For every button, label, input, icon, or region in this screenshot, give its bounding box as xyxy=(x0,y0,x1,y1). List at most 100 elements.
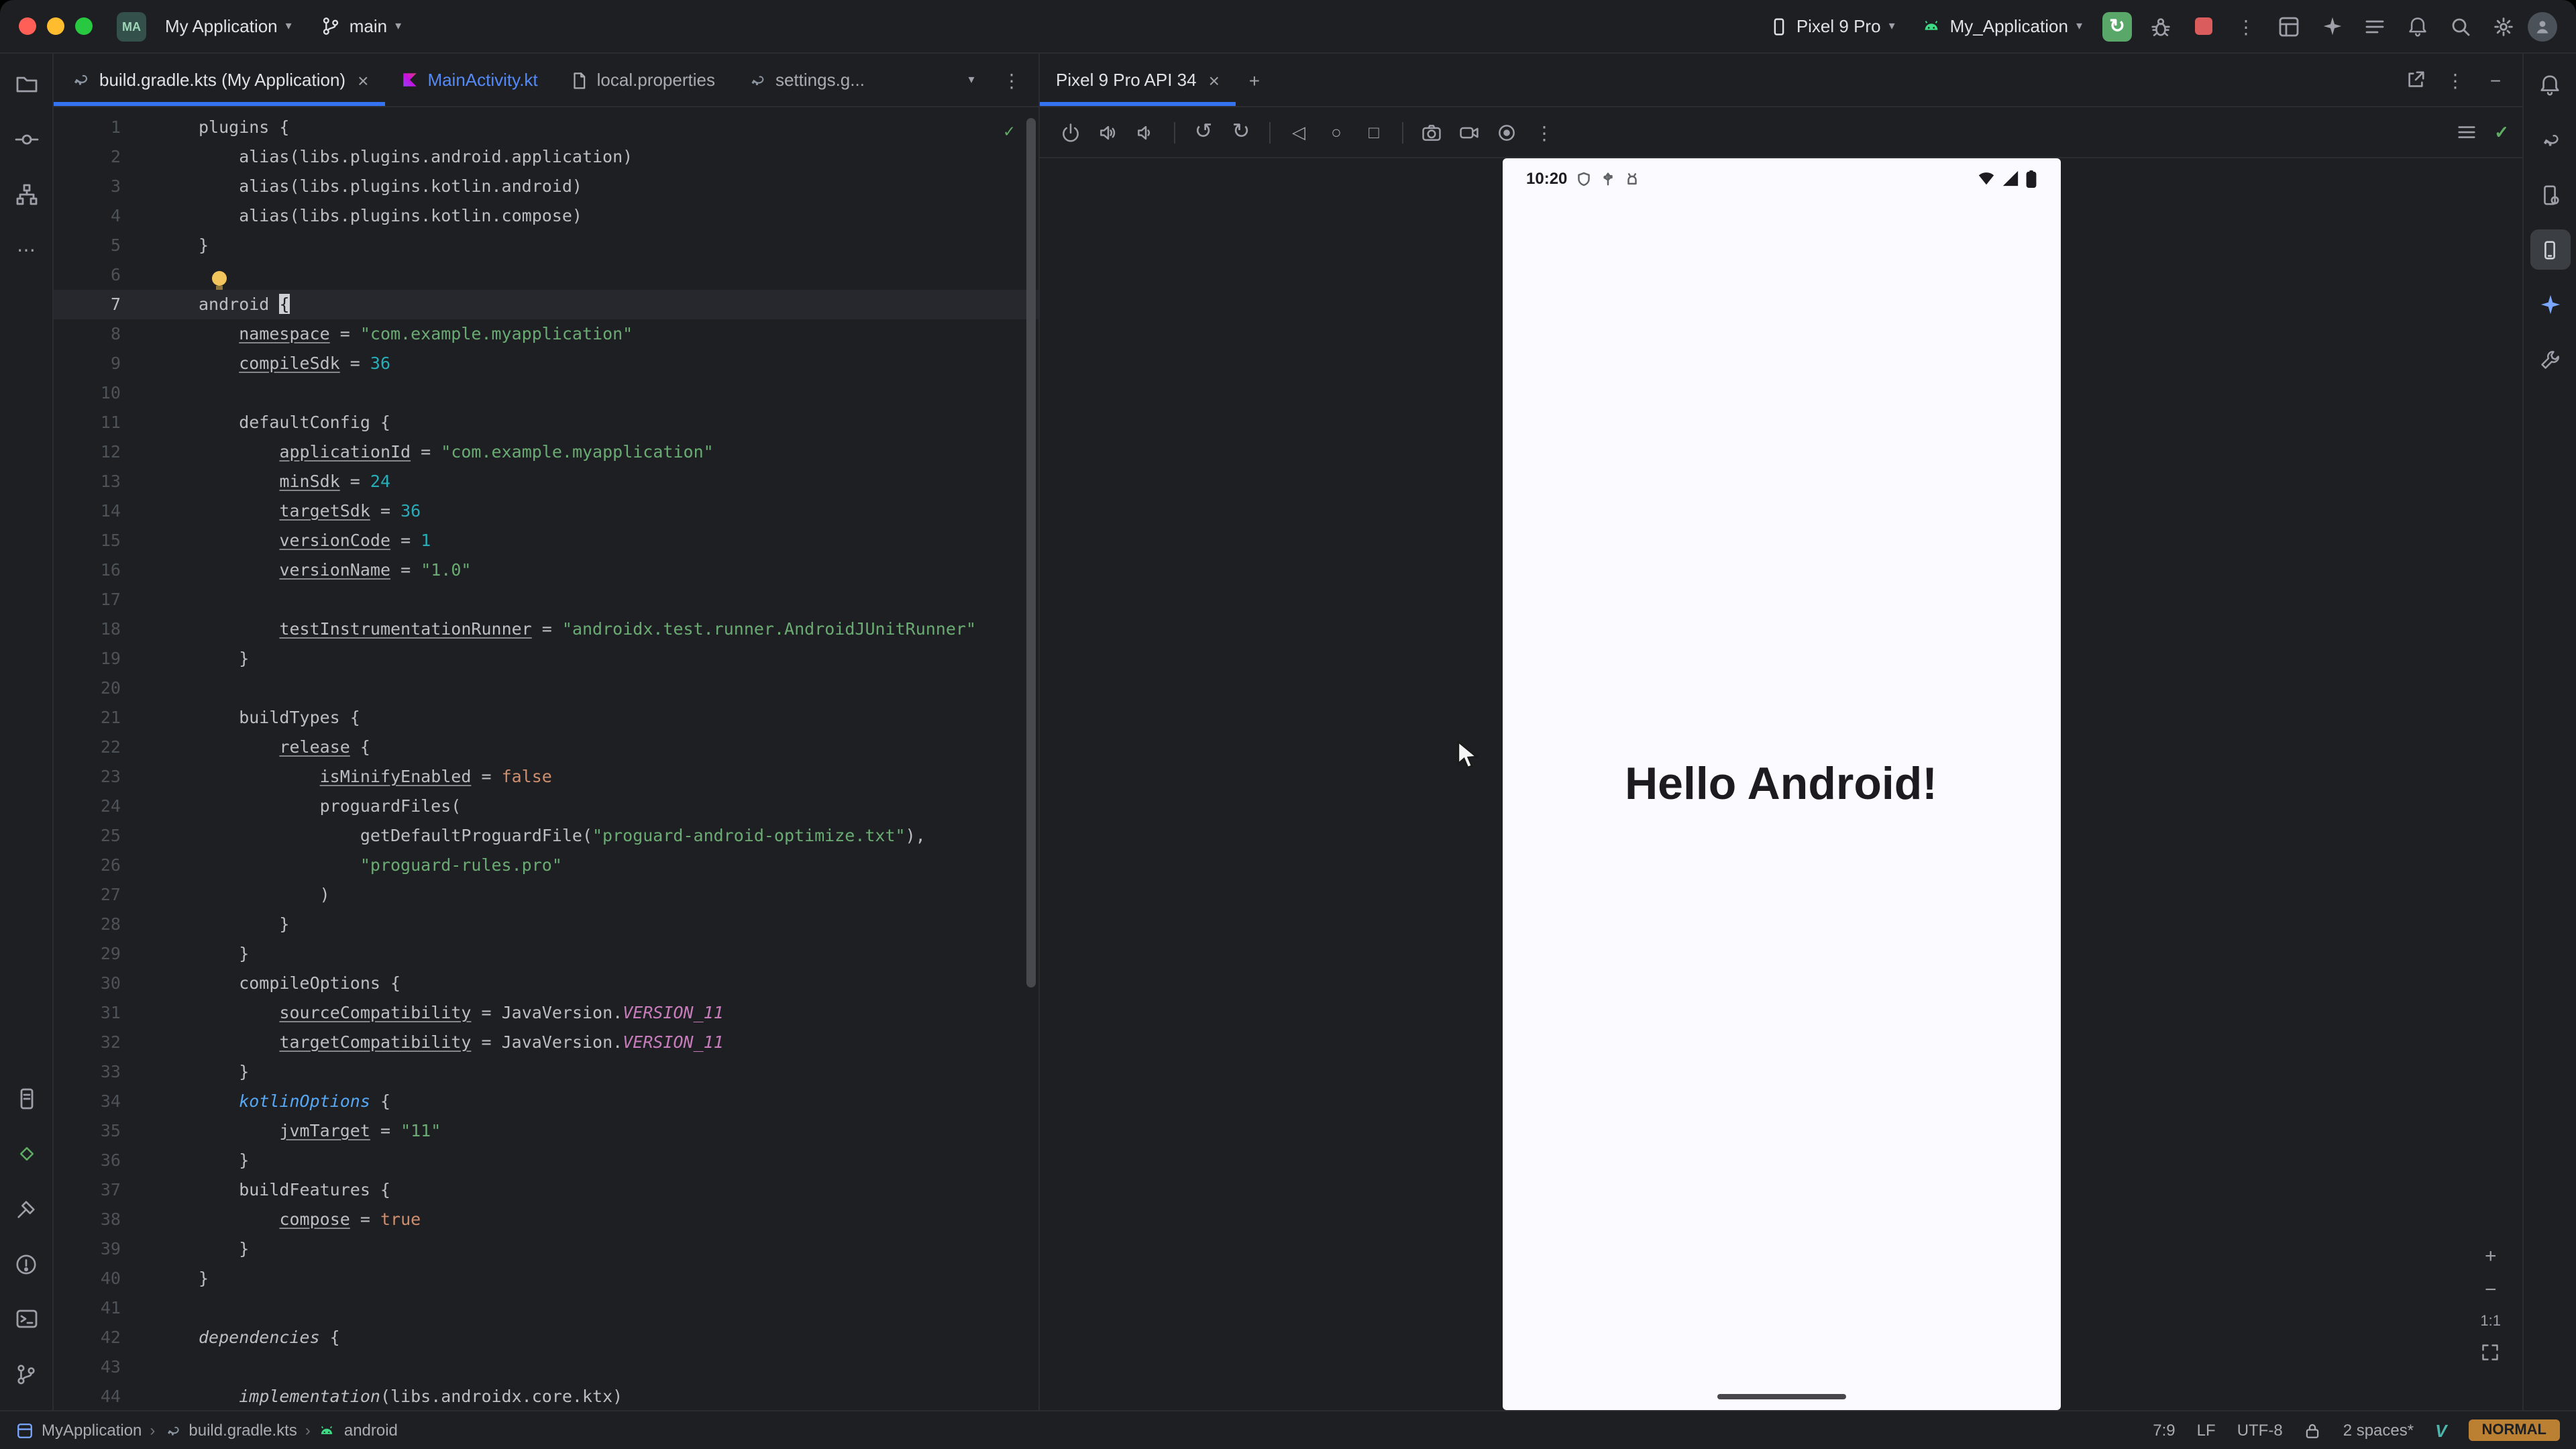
build-tool-button[interactable] xyxy=(6,1189,46,1229)
rerun-button[interactable]: ↻ xyxy=(2098,7,2136,45)
caret-position[interactable]: 7:9 xyxy=(2153,1421,2175,1440)
more-run-actions-button[interactable]: ⋮ xyxy=(2227,7,2265,45)
line-number[interactable]: 10 xyxy=(54,378,140,408)
stop-button[interactable] xyxy=(2184,7,2222,45)
lock-icon[interactable] xyxy=(2304,1421,2322,1439)
line-number[interactable]: 25 xyxy=(54,821,140,851)
line-number[interactable]: 24 xyxy=(54,792,140,821)
line-number[interactable]: 13 xyxy=(54,467,140,496)
code-line[interactable]: 44 implementation(libs.androidx.core.ktx… xyxy=(54,1382,1038,1410)
code-line[interactable]: 1plugins { xyxy=(54,113,1038,142)
code-line[interactable]: 30 compileOptions { xyxy=(54,969,1038,998)
tab-mainactivity[interactable]: MainActivity.kt xyxy=(384,54,553,106)
line-number[interactable]: 33 xyxy=(54,1057,140,1087)
device-manager-tool-button[interactable] xyxy=(2530,174,2570,215)
line-number[interactable]: 42 xyxy=(54,1323,140,1352)
line-number[interactable]: 12 xyxy=(54,437,140,467)
code-line[interactable]: 17 xyxy=(54,585,1038,614)
version-control-tool-button[interactable] xyxy=(6,1354,46,1394)
line-number[interactable]: 29 xyxy=(54,939,140,969)
project-tool-button[interactable] xyxy=(6,64,46,105)
rotate-left-button[interactable]: ↺ xyxy=(1186,115,1221,150)
code-line[interactable]: 12 applicationId = "com.example.myapplic… xyxy=(54,437,1038,467)
code-line[interactable]: 35 jvmTarget = "11" xyxy=(54,1116,1038,1146)
code-line[interactable]: 34 kotlinOptions { xyxy=(54,1087,1038,1116)
panel-options-button[interactable]: ⋮ xyxy=(2436,61,2474,99)
line-number[interactable]: 44 xyxy=(54,1382,140,1410)
breadcrumb-item[interactable]: android xyxy=(344,1421,398,1440)
fit-to-window-icon[interactable] xyxy=(2481,1343,2500,1362)
code-line[interactable]: 28 } xyxy=(54,910,1038,939)
new-device-tab-button[interactable]: + xyxy=(1236,61,1273,99)
gradle-tool-button[interactable] xyxy=(2530,119,2570,160)
gesture-navigation-pill[interactable] xyxy=(1717,1394,1845,1399)
settings-button[interactable] xyxy=(2485,7,2522,45)
power-button[interactable] xyxy=(1053,115,1088,150)
run-configuration-selector[interactable]: My_Application ▾ xyxy=(1911,11,2093,42)
assistant-tool-button[interactable] xyxy=(2530,339,2570,380)
editor-options-button[interactable]: ⋮ xyxy=(993,61,1030,99)
vcs-branch-menu[interactable]: main ▾ xyxy=(311,11,412,42)
minimize-window-button[interactable] xyxy=(47,17,64,35)
avatar[interactable] xyxy=(2528,11,2557,41)
device-selector[interactable]: Pixel 9 Pro ▾ xyxy=(1759,10,1906,42)
line-number[interactable]: 41 xyxy=(54,1293,140,1323)
code-line[interactable]: 22 release { xyxy=(54,733,1038,762)
maximize-window-button[interactable] xyxy=(75,17,93,35)
breadcrumb-item[interactable]: build.gradle.kts xyxy=(189,1421,297,1440)
display-options-button[interactable] xyxy=(2449,115,2483,150)
code-line[interactable]: 15 versionCode = 1 xyxy=(54,526,1038,555)
screenshot-button[interactable] xyxy=(1414,115,1449,150)
code-line[interactable]: 3 alias(libs.plugins.kotlin.android) xyxy=(54,172,1038,201)
line-number[interactable]: 18 xyxy=(54,614,140,644)
tab-build-gradle[interactable]: build.gradle.kts (My Application) × xyxy=(54,54,384,106)
tab-settings-gradle[interactable]: settings.g... xyxy=(731,54,881,106)
line-separator[interactable]: LF xyxy=(2197,1421,2216,1440)
code-line[interactable]: 33 } xyxy=(54,1057,1038,1087)
back-button[interactable]: ◁ xyxy=(1281,115,1316,150)
line-number[interactable]: 19 xyxy=(54,644,140,674)
code-line[interactable]: 2 alias(libs.plugins.android.application… xyxy=(54,142,1038,172)
overview-button[interactable]: □ xyxy=(1356,115,1391,150)
app-inspection-tool-button[interactable] xyxy=(6,1134,46,1174)
code-line[interactable]: 39 } xyxy=(54,1234,1038,1264)
line-number[interactable]: 3 xyxy=(54,172,140,201)
problems-tool-button[interactable] xyxy=(6,1244,46,1284)
line-number[interactable]: 39 xyxy=(54,1234,140,1264)
line-number[interactable]: 37 xyxy=(54,1175,140,1205)
zoom-in-button[interactable]: + xyxy=(2485,1246,2497,1267)
code-line[interactable]: 40} xyxy=(54,1264,1038,1293)
line-number[interactable]: 17 xyxy=(54,585,140,614)
line-number[interactable]: 30 xyxy=(54,969,140,998)
line-number[interactable]: 26 xyxy=(54,851,140,880)
code-line[interactable]: 16 versionName = "1.0" xyxy=(54,555,1038,585)
running-devices-tool-button[interactable] xyxy=(2530,229,2570,270)
line-number[interactable]: 5 xyxy=(54,231,140,260)
commit-tool-button[interactable] xyxy=(6,119,46,160)
hide-panel-button[interactable]: − xyxy=(2477,61,2514,99)
code-line[interactable]: 41 xyxy=(54,1293,1038,1323)
line-number[interactable]: 27 xyxy=(54,880,140,910)
editor-scrollbar[interactable] xyxy=(1026,118,1036,987)
code-line[interactable]: 11 defaultConfig { xyxy=(54,408,1038,437)
screen-record-button[interactable] xyxy=(1452,115,1487,150)
code-line[interactable]: 27 ) xyxy=(54,880,1038,910)
more-tool-windows-button[interactable]: ⋯ xyxy=(6,229,46,270)
tab-emulator-device[interactable]: Pixel 9 Pro API 34 × xyxy=(1040,54,1236,106)
line-number[interactable]: 7 xyxy=(54,290,140,319)
code-line[interactable]: 8 namespace = "com.example.myapplication… xyxy=(54,319,1038,349)
hidden-tabs-button[interactable]: ▾ xyxy=(953,61,990,99)
line-number[interactable]: 9 xyxy=(54,349,140,378)
code-line[interactable]: 13 minSdk = 24 xyxy=(54,467,1038,496)
close-tab-icon[interactable]: × xyxy=(358,69,368,91)
code-line[interactable]: 10 xyxy=(54,378,1038,408)
code-editor[interactable]: 1plugins {2 alias(libs.plugins.android.a… xyxy=(54,107,1038,1410)
line-number[interactable]: 4 xyxy=(54,201,140,231)
line-number[interactable]: 15 xyxy=(54,526,140,555)
notifications-button[interactable] xyxy=(2399,7,2436,45)
line-number[interactable]: 20 xyxy=(54,674,140,703)
code-line[interactable]: 31 sourceCompatibility = JavaVersion.VER… xyxy=(54,998,1038,1028)
rotate-right-button[interactable]: ↻ xyxy=(1224,115,1258,150)
popout-panel-button[interactable] xyxy=(2396,61,2434,99)
terminal-tool-button[interactable] xyxy=(6,1299,46,1339)
